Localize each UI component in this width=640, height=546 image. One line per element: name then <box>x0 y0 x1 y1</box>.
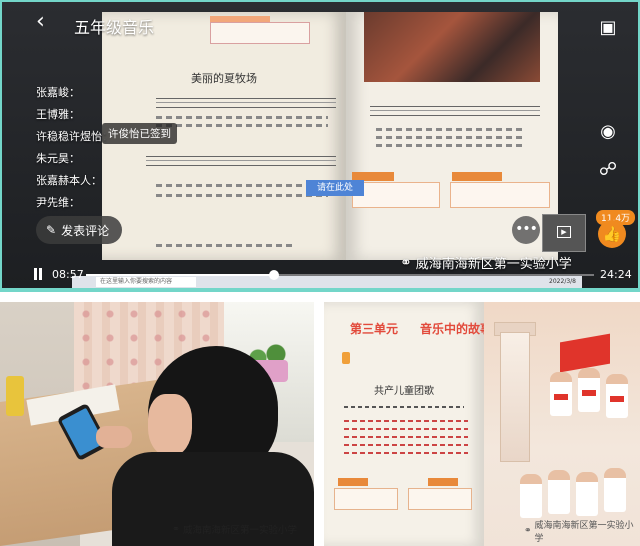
section-label <box>428 478 458 486</box>
comment-button[interactable]: ✎ 发表评论 <box>36 216 122 244</box>
thumbs-up-icon: 👍 <box>602 225 622 243</box>
progress-knob[interactable] <box>268 270 279 280</box>
lyrics-line <box>344 420 468 422</box>
comment-label: 发表评论 <box>61 223 110 238</box>
monument <box>500 332 530 462</box>
unit-subtitle: 音乐中的故事 <box>420 322 493 336</box>
like-button[interactable]: 👍 <box>598 220 626 248</box>
checkin-message: 许俊怡已签到 <box>102 123 177 144</box>
unit-title: 第三单元 <box>350 322 399 336</box>
camera-thumbnail[interactable]: ▶ <box>542 214 586 252</box>
more-button[interactable]: ••• <box>512 216 540 244</box>
student-photo: ⚭ 威海南海新区第一实验小学 <box>0 302 314 546</box>
attendance-name: 张嘉赫本人： <box>36 174 102 187</box>
red-scarf <box>554 394 568 400</box>
comment-icon: ✎ <box>46 223 57 237</box>
wechat-icon: ⚭ <box>524 526 532 536</box>
textbook-photo-bottom: 第三单元 音乐中的故事 共产儿童团歌 <box>324 302 640 546</box>
screen-share-icon[interactable]: ▣ <box>594 14 622 42</box>
lyrics-line <box>344 444 468 446</box>
mug <box>6 376 24 416</box>
lyrics-line <box>376 144 526 147</box>
child-figure <box>604 468 626 512</box>
photo-watermark: ⚭ 威海南海新区第一实验小学 <box>172 522 297 537</box>
progress-fill <box>86 274 274 276</box>
textbook-info-box <box>352 182 440 208</box>
book-watermark: ⚭ 威海南海新区第一实验小学 <box>524 518 640 544</box>
total-time: 24:24 <box>600 268 632 281</box>
student-hand <box>96 426 132 448</box>
photo-watermark-text: 威海南海新区第一实验小学 <box>182 525 297 536</box>
attendance-name: 尹先维： <box>36 196 80 209</box>
more-icon: ••• <box>515 221 538 237</box>
lyrics-line <box>344 452 468 454</box>
book-watermark-text: 威海南海新区第一实验小学 <box>534 521 634 544</box>
red-scarf <box>610 396 624 402</box>
page-title: 五年级音乐 <box>74 18 155 37</box>
wechat-icon: ⚭ <box>172 523 180 535</box>
lesson-badge <box>342 352 350 364</box>
live-class-panel: 美丽的夏牧场 ‹ 五年级音乐 张嘉峻： 王博雅： 许稳稳许煜怡： 朱元昊： 张嘉… <box>0 0 640 292</box>
child-figure <box>520 474 542 518</box>
attendance-list: 张嘉峻： 王博雅： 许稳稳许煜怡： 朱元昊： 张嘉赫本人： 尹先维： <box>36 82 196 214</box>
back-arrow-icon[interactable]: ‹ <box>36 11 56 33</box>
mini-screen-icon: ▶ <box>557 226 571 238</box>
current-time: 08:57 <box>52 268 84 281</box>
music-staff <box>370 106 540 116</box>
song-title-bottom: 共产儿童团歌 <box>374 386 434 397</box>
progress-bar[interactable] <box>86 270 594 280</box>
lyrics-line <box>156 244 296 247</box>
info-box <box>408 488 472 510</box>
section-label <box>338 478 368 486</box>
info-box <box>334 488 398 510</box>
unlock-icon[interactable]: ☍ <box>594 156 622 184</box>
attendance-name: 朱元昊： <box>36 152 80 165</box>
player-controls: 08:57 24:24 <box>2 262 638 288</box>
notation-line <box>344 406 464 408</box>
lyrics-line <box>376 136 526 139</box>
red-scarf <box>582 390 596 396</box>
title-bar: ‹ 五年级音乐 <box>2 2 638 42</box>
textbook-section-label <box>452 172 502 181</box>
textbook-info-box <box>450 182 550 208</box>
camera-icon[interactable]: ◉ <box>594 118 622 146</box>
lyrics-line <box>344 436 468 438</box>
attendance-name: 张嘉峻： <box>36 86 80 99</box>
pause-icon[interactable] <box>32 268 44 282</box>
child-figure <box>548 470 570 514</box>
lyrics-line <box>376 128 526 131</box>
student-face <box>148 394 192 456</box>
video-area[interactable]: 美丽的夏牧场 ‹ 五年级音乐 张嘉峻： 王博雅： 许稳稳许煜怡： 朱元昊： 张嘉… <box>2 2 638 288</box>
floating-chip: 请在此处 <box>306 180 364 196</box>
textbook-page-left: 第三单元 音乐中的故事 共产儿童团歌 <box>324 302 492 546</box>
lyrics-line <box>344 428 468 430</box>
child-figure <box>576 472 598 516</box>
